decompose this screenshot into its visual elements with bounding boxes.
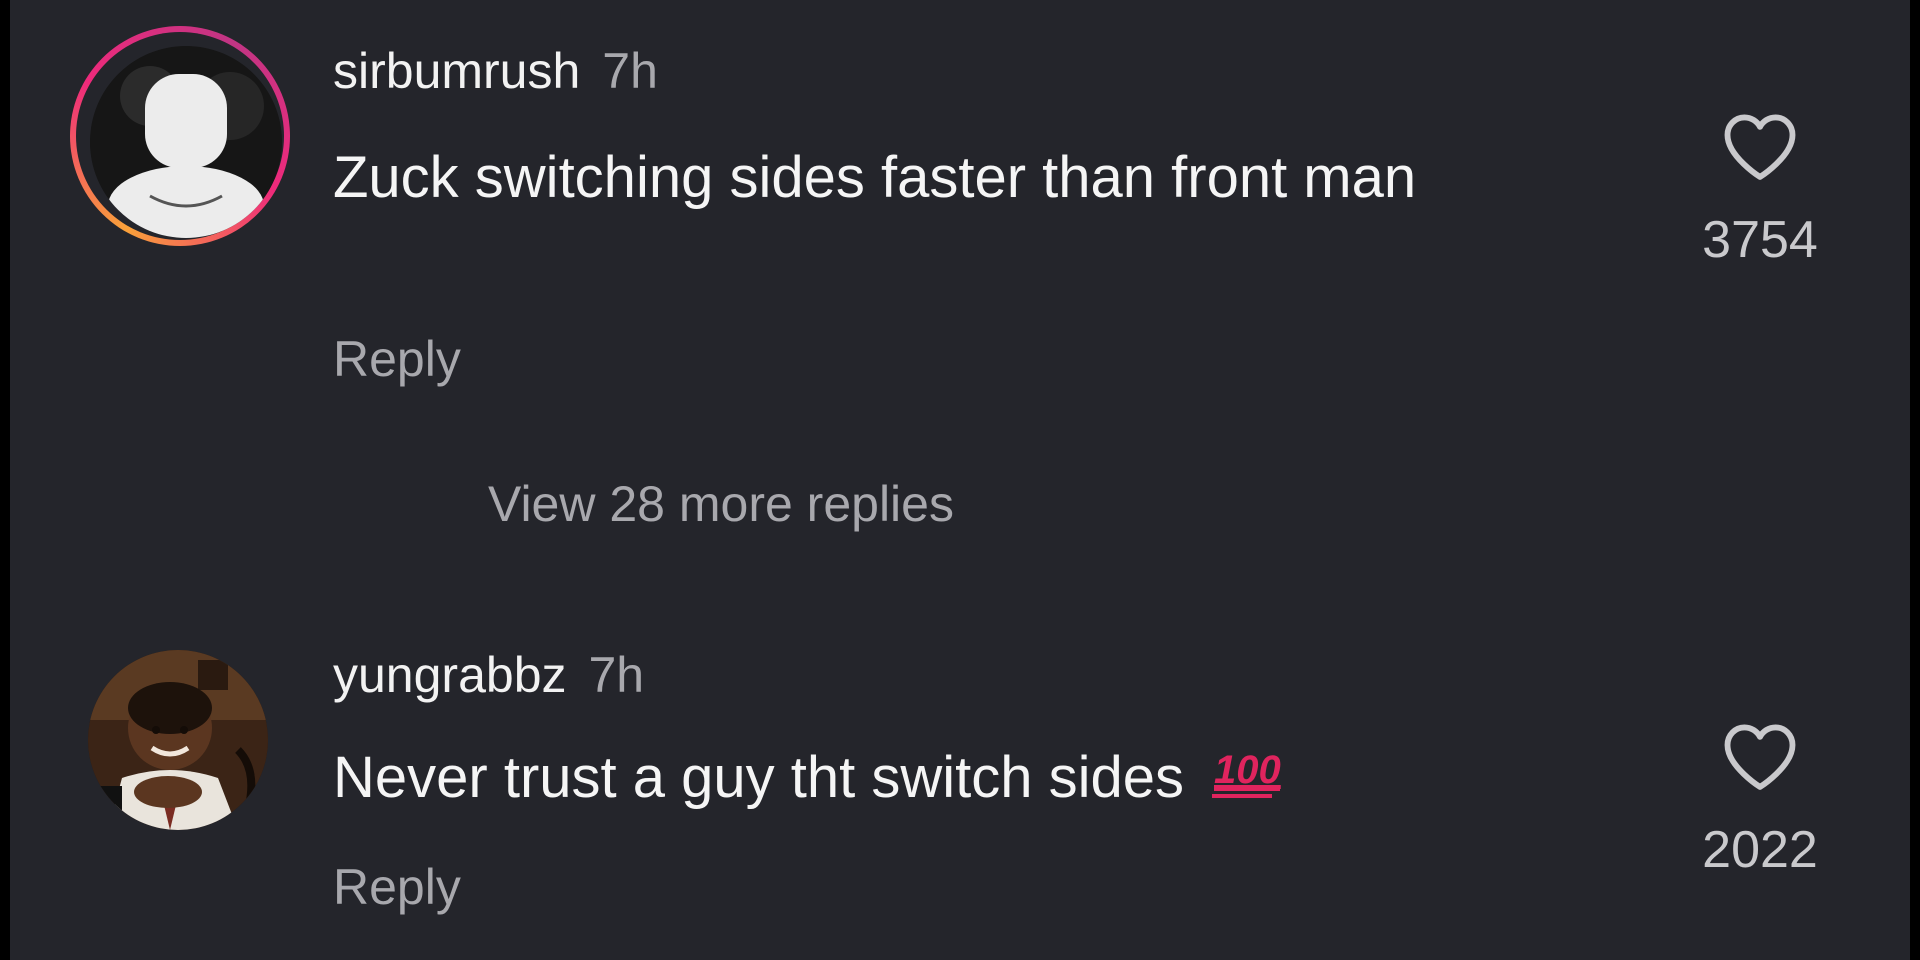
view-replies-button[interactable]: View 28 more replies [488, 475, 954, 533]
default-profile-silhouette-icon [90, 46, 282, 238]
like-column: 2022 [1670, 720, 1850, 880]
comment-item: yungrabbz 7h Never trust a guy tht switch… [10, 620, 1910, 960]
like-count: 3754 [1702, 211, 1818, 269]
comment-text-body: Never trust a guy tht switch sides [333, 745, 1184, 810]
story-ring-gap [76, 32, 284, 240]
comment-header: sirbumrush 7h [333, 42, 658, 100]
comment-item: sirbumrush 7h Zuck switching sides faster… [10, 0, 1910, 532]
reply-button[interactable]: Reply [333, 858, 461, 916]
svg-text:100: 100 [1214, 748, 1281, 792]
heart-outline-icon[interactable] [1721, 110, 1799, 182]
comment-text: Zuck switching sides faster than front m… [333, 145, 1417, 210]
story-ring[interactable] [70, 26, 290, 246]
like-column: 3754 [1670, 110, 1850, 270]
timestamp: 7h [602, 43, 658, 99]
comment-header: yungrabbz 7h [333, 646, 644, 704]
user-photo-avatar [88, 650, 268, 830]
timestamp: 7h [588, 647, 645, 703]
reply-button[interactable]: Reply [333, 330, 461, 388]
hundred-points-emoji: 100 [1210, 742, 1290, 822]
avatar[interactable] [88, 650, 268, 830]
comments-screen: sirbumrush 7h Zuck switching sides faster… [10, 0, 1910, 960]
hundred-points-icon: 100 [1212, 748, 1281, 798]
username[interactable]: sirbumrush [333, 43, 580, 99]
username[interactable]: yungrabbz [333, 647, 567, 703]
avatar[interactable] [90, 46, 282, 238]
heart-outline-icon[interactable] [1721, 720, 1799, 792]
comment-text: Never trust a guy tht switch sides 100 [333, 738, 1513, 822]
like-count: 2022 [1702, 821, 1818, 879]
